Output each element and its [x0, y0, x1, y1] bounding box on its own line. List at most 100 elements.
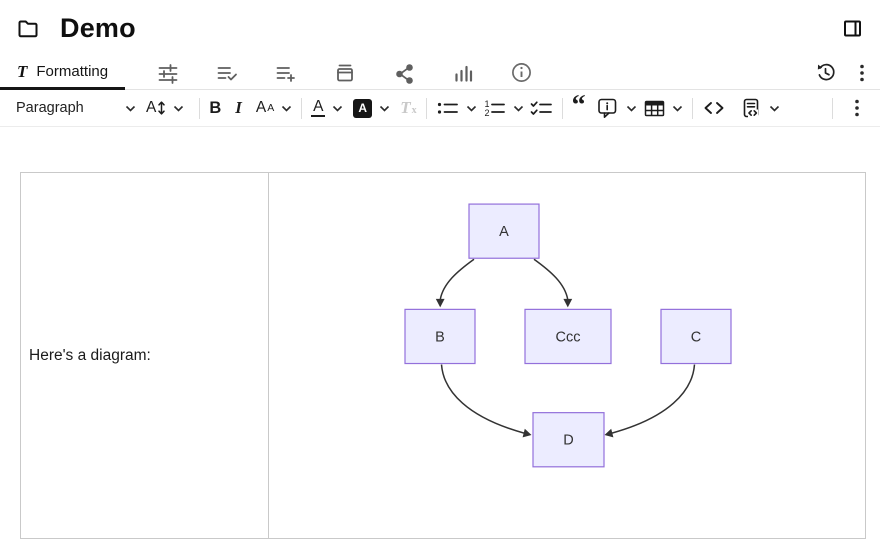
font-color-dropdown[interactable]: A	[311, 99, 343, 118]
chevron-down-icon	[466, 105, 477, 112]
layout-right-panel-icon	[843, 19, 862, 38]
toolbar-divider	[199, 98, 200, 119]
callout-dropdown[interactable]	[596, 96, 637, 120]
bold-button[interactable]: B	[209, 99, 221, 118]
kebab-menu-icon	[852, 62, 872, 84]
bulleted-list-icon	[436, 98, 459, 118]
app-window: { "header": { "title": "Demo" }, "ribbon…	[0, 0, 880, 553]
list-plus-icon	[275, 62, 297, 84]
note-title[interactable]: Demo	[60, 13, 136, 44]
bar-chart-icon	[452, 62, 474, 84]
list-check-icon	[216, 62, 238, 84]
chevron-down-icon	[173, 105, 184, 112]
tab-note-stats[interactable]	[433, 56, 492, 89]
paragraph-style-label: Paragraph	[16, 100, 84, 116]
table-row: Here's a diagram:	[21, 173, 866, 539]
kebab-menu-icon	[848, 97, 866, 119]
node-B: B	[405, 309, 475, 363]
todo-list-icon	[530, 98, 553, 118]
share-icon	[393, 62, 415, 84]
svg-text:Ccc: Ccc	[556, 329, 581, 345]
note-menu-button[interactable]	[848, 58, 876, 88]
top-bar: Demo	[0, 0, 880, 56]
toolbar-overflow-button[interactable]	[842, 97, 872, 119]
block-quote-button[interactable]: “	[572, 99, 586, 117]
chevron-down-icon	[281, 105, 292, 112]
numbered-list-icon: 1 2	[483, 98, 506, 118]
italic-button[interactable]: I	[235, 98, 242, 118]
background-color-icon: A	[353, 99, 372, 118]
edge-A-Ccc	[534, 259, 572, 307]
svg-text:2: 2	[484, 108, 489, 118]
italic-glyph: I	[235, 98, 242, 118]
font-color-icon: A	[311, 99, 325, 118]
chevron-down-icon	[332, 105, 343, 112]
node-C: C	[661, 309, 731, 363]
toolbar-divider	[301, 98, 302, 119]
chevron-down-icon	[125, 105, 136, 112]
background-color-dropdown[interactable]: A	[353, 99, 390, 118]
formatting-tab-icon: T	[17, 62, 27, 82]
svg-text:A: A	[499, 224, 509, 240]
note-revisions-button[interactable]	[811, 58, 840, 87]
mermaid-flowchart: A B Ccc C D	[269, 173, 865, 538]
tab-note-info[interactable]	[492, 56, 551, 89]
info-circle-icon	[510, 61, 533, 84]
ribbon-right-actions	[811, 56, 880, 89]
font-size-dropdown[interactable]: A	[146, 99, 184, 117]
table-icon	[643, 98, 665, 118]
sliders-icon	[157, 62, 179, 84]
ribbon-icon-tabs	[138, 56, 551, 89]
chevron-down-icon	[769, 105, 780, 112]
archive-icon	[334, 62, 356, 84]
ribbon-tab-bar: T Formatting	[0, 56, 880, 90]
table-cell-text[interactable]: Here's a diagram:	[21, 173, 269, 539]
node-A: A	[469, 204, 539, 258]
bulleted-list-dropdown[interactable]	[436, 98, 477, 118]
content-table: Here's a diagram:	[20, 172, 866, 539]
code-block-dropdown[interactable]	[740, 97, 780, 119]
chevron-down-icon	[626, 105, 637, 112]
bold-glyph: B	[209, 99, 221, 118]
toolbar-divider	[426, 98, 427, 119]
tab-note-paths[interactable]	[315, 56, 374, 89]
toolbar-divider	[832, 98, 833, 119]
tab-note-map[interactable]	[374, 56, 433, 89]
todo-list-button[interactable]	[530, 98, 553, 118]
intro-text: Here's a diagram:	[29, 347, 151, 364]
chevron-down-icon	[513, 105, 524, 112]
tab-inherited-attributes[interactable]	[256, 56, 315, 89]
paragraph-style-dropdown[interactable]: Paragraph	[16, 100, 136, 116]
node-Ccc: Ccc	[525, 309, 611, 363]
svg-text:D: D	[563, 433, 573, 449]
remove-format-button-disabled[interactable]: Tx	[400, 98, 416, 118]
table-cell-diagram[interactable]: A B Ccc C D	[269, 173, 866, 539]
numbered-list-dropdown[interactable]: 1 2	[483, 98, 524, 118]
history-icon	[815, 62, 836, 83]
tab-basic-properties[interactable]	[138, 56, 197, 89]
code-block-icon	[740, 97, 762, 119]
case-glyph-large: A	[256, 99, 266, 117]
folder-icon	[16, 16, 40, 40]
edge-B-D	[442, 365, 532, 438]
tab-owned-attributes[interactable]	[197, 56, 256, 89]
toggle-right-pane-button[interactable]	[839, 15, 866, 42]
formatting-toolbar: Paragraph A B I A A A A	[0, 90, 880, 127]
case-glyph-small: A	[267, 102, 274, 114]
chevron-down-icon	[672, 105, 683, 112]
font-size-glyph: A	[146, 99, 156, 117]
inline-code-button[interactable]	[702, 99, 726, 117]
toolbar-divider	[562, 98, 563, 119]
svg-text:B: B	[435, 329, 445, 345]
insert-table-dropdown[interactable]	[643, 98, 683, 118]
node-D: D	[533, 413, 604, 467]
edge-C-D	[605, 365, 695, 438]
callout-icon	[596, 96, 619, 120]
block-quote-icon: “	[572, 106, 586, 124]
text-case-dropdown[interactable]: A A	[256, 99, 292, 117]
tab-formatting[interactable]: T Formatting	[0, 56, 125, 90]
svg-text:C: C	[691, 329, 701, 345]
remove-format-icon: Tx	[400, 98, 416, 118]
chevron-down-icon	[379, 105, 390, 112]
toolbar-divider	[692, 98, 693, 119]
